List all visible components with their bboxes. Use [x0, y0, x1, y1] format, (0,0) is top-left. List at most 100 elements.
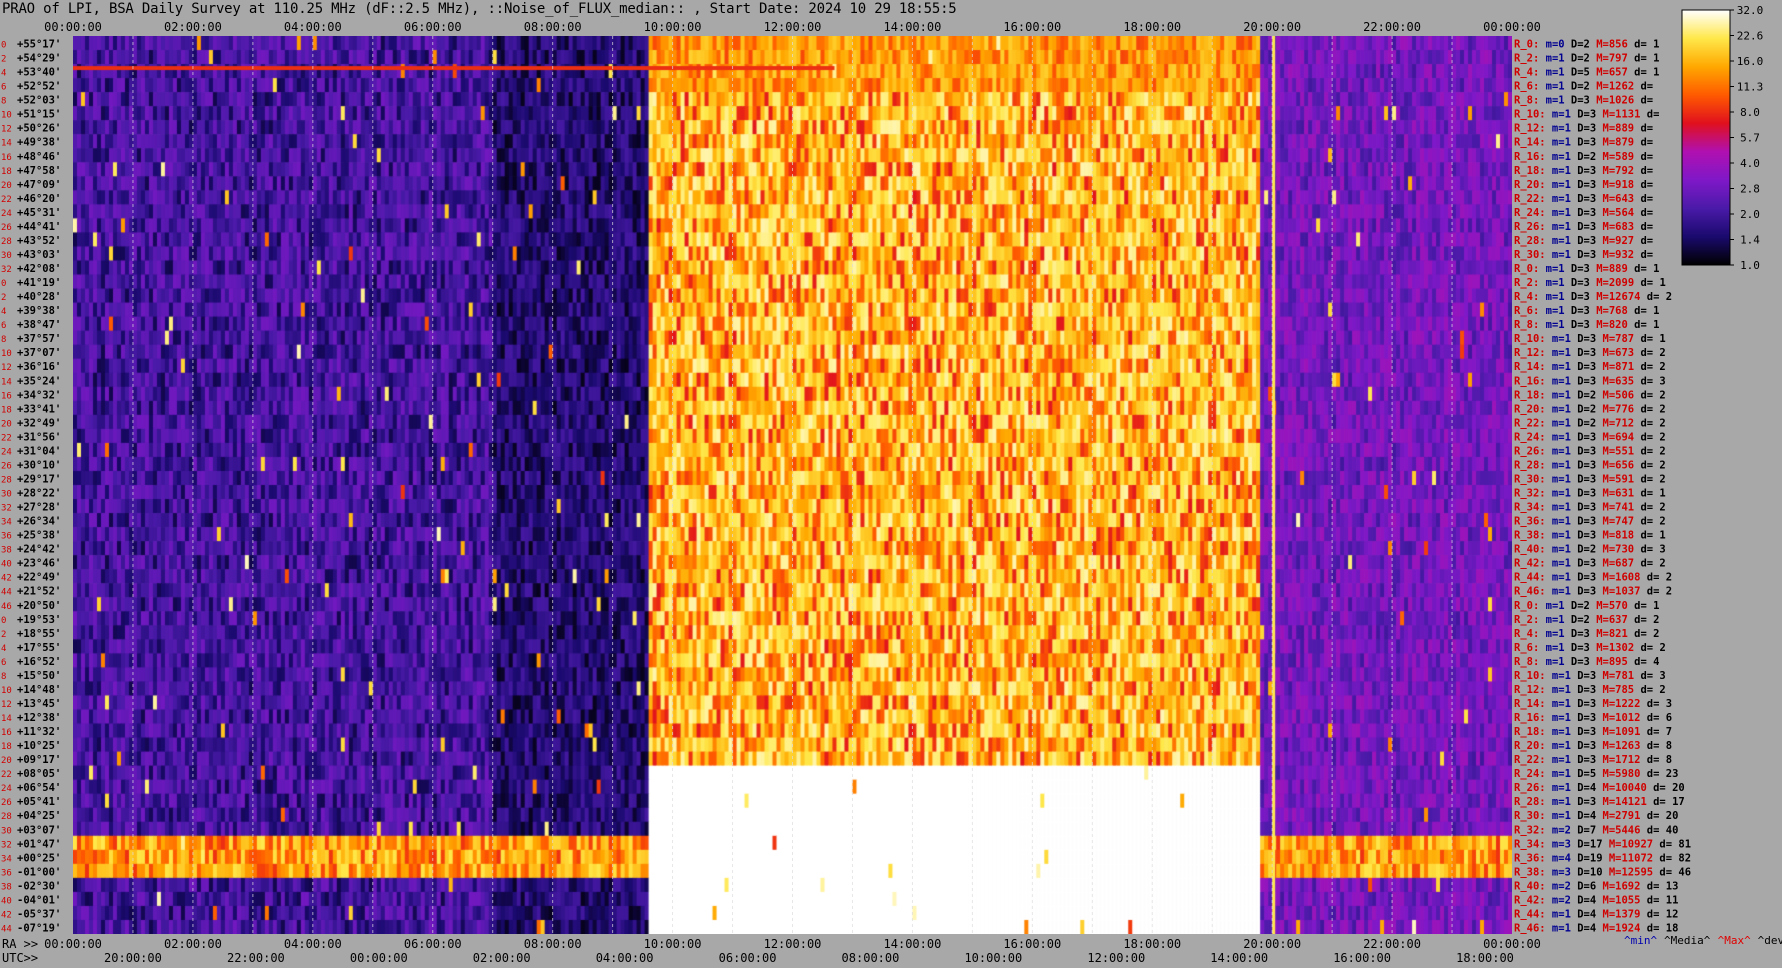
row-index-label: 10 [1, 686, 12, 696]
row-index-label: 22 [1, 195, 12, 205]
colorbar-gradient [1681, 9, 1731, 266]
colorbar-tick-label: 2.8 [1740, 183, 1760, 196]
row-index-label: 44 [1, 588, 12, 598]
beam-stats-row: R_0: m=0 D=2 M=856 d= 1 [1514, 39, 1659, 51]
utc-tick: 06:00:00 [719, 951, 777, 965]
row-index-label: 44 [1, 924, 12, 934]
beam-stats-row: R_12: m=1 D=3 M=673 d= 2 [1514, 347, 1666, 359]
beam-stats-row: R_22: m=1 D=3 M=1712 d= 8 [1514, 754, 1672, 766]
beam-stats-row: R_12: m=1 D=3 M=889 d= [1514, 123, 1653, 135]
row-index-label: 2 [1, 630, 6, 640]
declination-label: +01°47' [17, 838, 61, 850]
row-index-label: 12 [1, 363, 12, 373]
row-index-label: 24 [1, 447, 12, 457]
declination-label: +20°50' [17, 600, 61, 612]
row-index-label: 24 [1, 209, 12, 219]
row-index-label: 38 [1, 882, 12, 892]
colorbar-tick-label: 2.0 [1740, 208, 1760, 221]
utc-axis-label: UTC>> [2, 951, 38, 965]
declination-label: +39°38' [17, 305, 61, 317]
declination-label: +46°20' [17, 193, 61, 205]
declination-label: +37°07' [17, 347, 61, 359]
declination-label: +47°58' [17, 165, 61, 177]
row-index-label: 32 [1, 504, 12, 514]
beam-stats-row: R_18: m=1 D=3 M=792 d= [1514, 165, 1653, 177]
beam-stats-row: R_4: m=1 D=3 M=821 d= 2 [1514, 628, 1659, 640]
row-index-label: 6 [1, 321, 6, 331]
declination-label: +49°38' [17, 137, 61, 149]
declination-label: +50°26' [17, 123, 61, 135]
declination-label: +29°17' [17, 473, 61, 485]
row-index-label: 0 [1, 279, 6, 289]
row-index-label: 26 [1, 798, 12, 808]
beam-stats-row: R_46: m=1 D=4 M=1924 d= 18 [1514, 922, 1678, 934]
beam-stats-row: R_46: m=1 D=3 M=1037 d= 2 [1514, 586, 1672, 598]
utc-tick: 12:00:00 [1087, 951, 1145, 965]
declination-label: +03°07' [17, 824, 61, 836]
declination-label: +43°03' [17, 249, 61, 261]
beam-stats-row: R_16: m=1 D=3 M=635 d= 3 [1514, 375, 1666, 387]
declination-label: +44°41' [17, 221, 61, 233]
row-index-label: 12 [1, 700, 12, 710]
declination-label: +06°54' [17, 782, 61, 794]
colorbar-tick-label: 11.3 [1737, 81, 1764, 94]
row-index-label: 4 [1, 644, 6, 654]
beam-stats-row: R_6: m=1 D=2 M=1262 d= [1514, 81, 1653, 93]
beam-stats-row: R_12: m=1 D=3 M=785 d= 2 [1514, 684, 1666, 696]
utc-tick: 14:00:00 [1210, 951, 1268, 965]
declination-label: +28°22' [17, 488, 61, 500]
beam-stats-row: R_30: m=1 D=4 M=2791 d= 20 [1514, 810, 1678, 822]
row-index-label: 32 [1, 840, 12, 850]
top-time-tick: 12:00:00 [764, 20, 822, 34]
row-index-label: 14 [1, 714, 12, 724]
utc-tick: 08:00:00 [842, 951, 900, 965]
utc-tick: 00:00:00 [350, 951, 408, 965]
beam-stats-row: R_2: m=1 D=2 M=637 d= 2 [1514, 614, 1659, 626]
declination-label: +10°25' [17, 740, 61, 752]
declination-label: +25°38' [17, 530, 61, 542]
top-time-tick: 02:00:00 [164, 20, 222, 34]
stats-legend-key: ^Max^ [1718, 934, 1751, 947]
declination-label: +40°28' [17, 291, 61, 303]
declination-label: +35°24' [17, 375, 61, 387]
row-index-label: 22 [1, 770, 12, 780]
beam-stats-row: R_44: m=1 D=3 M=1608 d= 2 [1514, 572, 1672, 584]
beam-stats-row: R_0: m=1 D=2 M=570 d= 1 [1514, 600, 1659, 612]
declination-label: +17°55' [17, 642, 61, 654]
utc-tick: 16:00:00 [1333, 951, 1391, 965]
ra-tick: 10:00:00 [644, 937, 702, 951]
declination-label: +52°52' [17, 81, 61, 93]
declination-label: +42°08' [17, 263, 61, 275]
beam-stats-row: R_8: m=1 D=3 M=820 d= 1 [1514, 319, 1659, 331]
row-index-label: 34 [1, 518, 12, 528]
beam-stats-row: R_38: m=1 D=3 M=818 d= 1 [1514, 530, 1666, 542]
beam-stats-row: R_34: m=3 D=17 M=10927 d= 81 [1514, 838, 1691, 850]
beam-stats-row: R_36: m=4 D=19 M=11072 d= 82 [1514, 852, 1691, 864]
beam-stats-layer: R_0: m=0 D=2 M=856 d= 1 R_2: m=1 D=2 M=79… [1514, 39, 1782, 947]
beam-stats-row: R_4: m=1 D=3 M=12674 d= 2 [1514, 291, 1672, 303]
declination-label: +52°03' [17, 95, 61, 107]
declination-label: -04°01' [17, 894, 61, 906]
beam-stats-row: R_18: m=1 D=3 M=1091 d= 7 [1514, 726, 1672, 738]
row-index-label: 36 [1, 532, 12, 542]
declination-label: -05°37' [17, 908, 61, 920]
colorbar-tick-label: 1.4 [1740, 234, 1760, 247]
beam-stats-row: R_6: m=1 D=3 M=1302 d= 2 [1514, 642, 1666, 654]
row-index-label: 8 [1, 672, 6, 682]
ra-tick: 22:00:00 [1363, 937, 1421, 951]
declination-label: +04°25' [17, 810, 61, 822]
top-time-tick: 14:00:00 [884, 20, 942, 34]
ra-tick: 04:00:00 [284, 937, 342, 951]
row-index-label: 26 [1, 461, 12, 471]
declination-label: +00°25' [17, 852, 61, 864]
row-index-label: 18 [1, 742, 12, 752]
declination-label: +11°32' [17, 726, 61, 738]
row-index-label: 26 [1, 223, 12, 233]
row-index-label: 42 [1, 574, 12, 584]
declination-label: +09°17' [17, 754, 61, 766]
beam-stats-row: R_32: m=1 D=3 M=631 d= 1 [1514, 488, 1666, 500]
declination-label: +55°17' [17, 39, 61, 51]
beam-stats-row: R_10: m=1 D=3 M=787 d= 1 [1514, 333, 1666, 345]
beam-stats-row: R_8: m=1 D=3 M=1026 d= [1514, 95, 1653, 107]
ra-tick: 20:00:00 [1243, 937, 1301, 951]
